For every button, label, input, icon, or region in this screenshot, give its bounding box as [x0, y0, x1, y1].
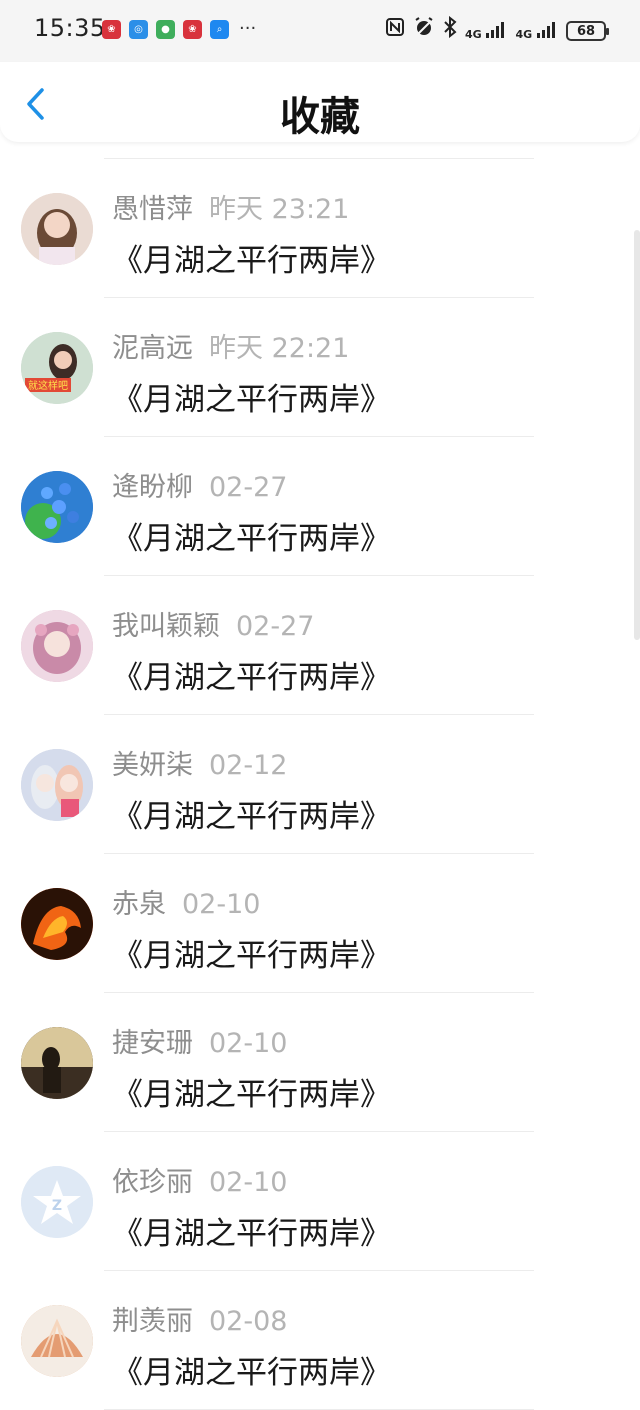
battery-icon: 68 — [566, 21, 609, 41]
avatar[interactable] — [21, 888, 93, 960]
name-line: 荆羡丽 02-08 — [112, 1299, 287, 1338]
list-item[interactable]: 我叫颖颖 02-27 《月湖之平行两岸》 — [0, 576, 640, 715]
favorite-title[interactable]: 《月湖之平行两岸》 — [112, 235, 391, 280]
name-line: 泥高远 昨天 22:21 — [112, 326, 349, 365]
notification-icons: ❀ ◎ ● ❀ ⌕ ··· — [102, 20, 256, 39]
name-line: 依珍丽 02-10 — [112, 1160, 287, 1199]
name-line: 愚惜萍 昨天 23:21 — [112, 187, 349, 226]
status-bar: 15:35 ❀ ◎ ● ❀ ⌕ ··· 4G 4G 68 — [0, 0, 640, 62]
name-line: 捷安珊 02-10 — [112, 1021, 287, 1060]
favorite-title[interactable]: 《月湖之平行两岸》 — [112, 513, 391, 558]
user-name[interactable]: 泥高远 — [112, 333, 193, 364]
search-icon: ⌕ — [210, 20, 229, 39]
signal-icon-1: 4G — [464, 21, 508, 41]
huawei-icon: ❀ — [102, 20, 121, 39]
list-item[interactable]: 赤泉 02-10 《月湖之平行两岸》 — [0, 854, 640, 993]
avatar[interactable] — [21, 193, 93, 265]
user-name[interactable]: 美妍柒 — [112, 750, 193, 781]
avatar[interactable] — [21, 749, 93, 821]
favorite-title[interactable]: 《月湖之平行两岸》 — [112, 374, 391, 419]
system-status: 4G 4G 68 — [385, 15, 609, 46]
favorite-title[interactable]: 《月湖之平行两岸》 — [112, 1347, 391, 1392]
name-line: 逄盼柳 02-27 — [112, 465, 287, 504]
user-name[interactable]: 逄盼柳 — [112, 472, 193, 503]
user-name[interactable]: 愚惜萍 — [112, 194, 193, 225]
battery-level: 68 — [576, 23, 596, 39]
svg-text:Z: Z — [52, 1198, 62, 1214]
signal-icon-2: 4G — [515, 21, 558, 41]
avatar[interactable]: 就这样吧 — [21, 332, 93, 404]
bluetooth-icon — [443, 15, 457, 46]
anime-pair-avatar — [21, 749, 93, 821]
name-line: 我叫颖颖 02-27 — [112, 604, 314, 643]
favorite-title[interactable]: 《月湖之平行两岸》 — [112, 1069, 391, 1114]
status-time: 15:35 — [34, 14, 106, 42]
timestamp: 02-27 — [209, 472, 288, 503]
anime-girl-avatar — [21, 610, 93, 682]
network-type-1: 4G — [464, 27, 482, 41]
avatar[interactable] — [21, 610, 93, 682]
timestamp: 昨天 22:21 — [209, 333, 350, 364]
user-name[interactable]: 依珍丽 — [112, 1167, 193, 1198]
favorite-title[interactable]: 《月湖之平行两岸》 — [112, 652, 391, 697]
list-item[interactable]: 愚惜萍 昨天 23:21 《月湖之平行两岸》 — [0, 159, 640, 298]
list-item[interactable]: 捷安珊 02-10 《月湖之平行两岸》 — [0, 993, 640, 1132]
list-item[interactable]: 就这样吧 泥高远 昨天 22:21 《月湖之平行两岸》 — [0, 298, 640, 437]
avatar[interactable] — [21, 471, 93, 543]
sunset-silhouette-avatar — [21, 1027, 93, 1099]
scrollbar[interactable] — [634, 230, 640, 640]
user-name[interactable]: 捷安珊 — [112, 1028, 193, 1059]
alarm-off-icon — [413, 16, 435, 46]
avatar[interactable]: Z — [21, 1166, 93, 1238]
page-title: 收藏 — [280, 94, 360, 140]
girl-photo-avatar — [21, 193, 93, 265]
user-name[interactable]: 赤泉 — [112, 889, 166, 920]
more-notifications-icon: ··· — [239, 18, 257, 39]
user-name[interactable]: 我叫颖颖 — [112, 611, 220, 642]
list-item[interactable]: Z 依珍丽 02-10 《月湖之平行两岸》 — [0, 1132, 640, 1271]
nfc-icon — [385, 17, 405, 45]
list-item[interactable]: 逄盼柳 02-27 《月湖之平行两岸》 — [0, 437, 640, 576]
timestamp: 02-08 — [209, 1306, 288, 1337]
default-qzone-avatar: Z — [21, 1166, 93, 1238]
timestamp: 02-10 — [209, 1028, 288, 1059]
network-type-2: 4G — [515, 27, 533, 41]
timestamp: 02-27 — [236, 611, 315, 642]
blue-flower-avatar — [21, 471, 93, 543]
list-item[interactable]: 荆羡丽 02-08 《月湖之平行两岸》 — [0, 1271, 640, 1410]
huawei-icon: ❀ — [183, 20, 202, 39]
svg-text:就这样吧: 就这样吧 — [28, 379, 68, 392]
name-line: 美妍柒 02-12 — [112, 743, 287, 782]
fire-horse-avatar — [21, 888, 93, 960]
favorite-title[interactable]: 《月湖之平行两岸》 — [112, 930, 391, 975]
favorite-title[interactable]: 《月湖之平行两岸》 — [112, 791, 391, 836]
timestamp: 02-10 — [209, 1167, 288, 1198]
avatar[interactable] — [21, 1027, 93, 1099]
panda-icon: ● — [156, 20, 175, 39]
seashell-avatar — [21, 1305, 93, 1377]
name-line: 赤泉 02-10 — [112, 882, 260, 921]
list-item[interactable]: 美妍柒 02-12 《月湖之平行两岸》 — [0, 715, 640, 854]
favorite-title[interactable]: 《月湖之平行两岸》 — [112, 1208, 391, 1253]
timestamp: 昨天 23:21 — [209, 194, 350, 225]
nav-bar: 收藏 — [0, 62, 640, 142]
user-name[interactable]: 荆羡丽 — [112, 1306, 193, 1337]
girl-poster-avatar: 就这样吧 — [21, 332, 93, 404]
qq-browser-icon: ◎ — [129, 20, 148, 39]
avatar[interactable] — [21, 1305, 93, 1377]
timestamp: 02-12 — [209, 750, 288, 781]
timestamp: 02-10 — [182, 889, 261, 920]
